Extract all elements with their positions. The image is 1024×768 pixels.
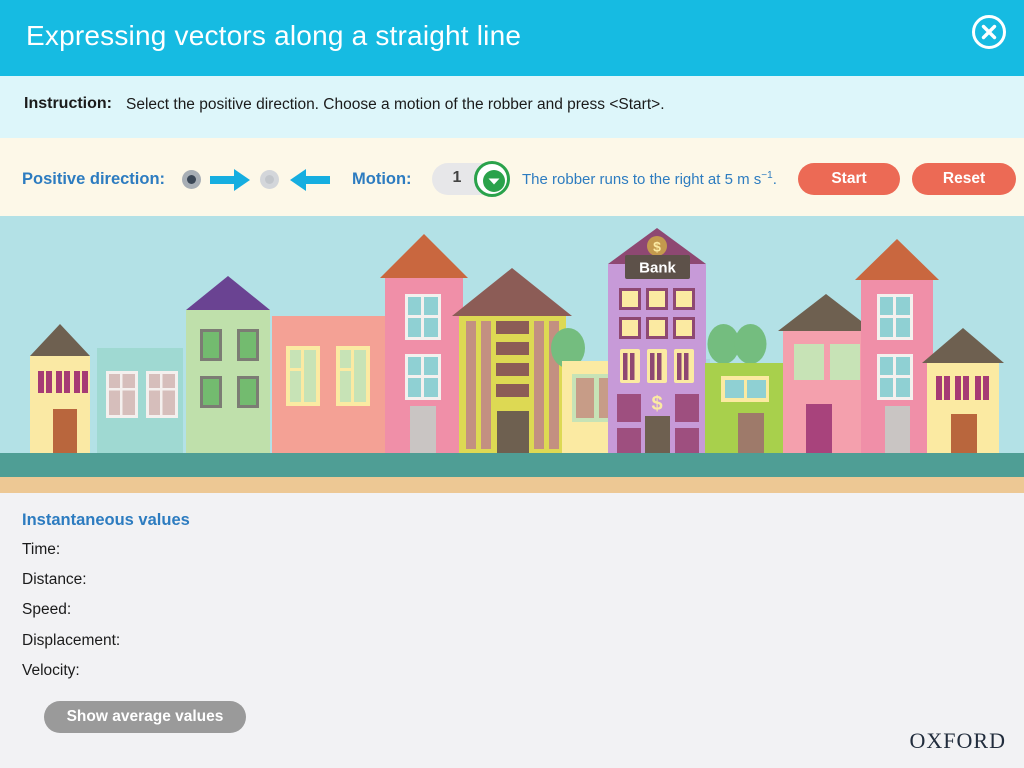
value-row-velocity: Velocity: <box>22 662 80 679</box>
start-button[interactable]: Start <box>798 163 900 195</box>
instruction-bar: Instruction: Select the positive directi… <box>0 76 1024 138</box>
radio-direction-left[interactable] <box>260 170 279 189</box>
road-strip <box>0 477 1024 493</box>
svg-text:Bank: Bank <box>639 260 676 277</box>
oxford-logo: OXFORD <box>909 728 1006 753</box>
value-row-speed: Speed: <box>22 601 72 618</box>
close-button[interactable] <box>970 13 1008 51</box>
motion-description-text: The robber runs to the right at 5 m s <box>522 171 762 188</box>
page-title: Expressing vectors along a straight line <box>26 20 522 51</box>
cityscape-illustration: $ Bank $ <box>0 216 1024 493</box>
svg-text:$: $ <box>651 393 662 415</box>
motion-label: Motion: <box>352 170 412 188</box>
instruction-label: Instruction: <box>24 95 112 112</box>
chevron-down-icon[interactable] <box>474 161 510 197</box>
positive-direction-label: Positive direction: <box>22 170 166 188</box>
motion-description-exponent: −1 <box>761 170 773 181</box>
simulation-scene: + <box>0 216 1024 493</box>
radio-direction-right[interactable] <box>182 170 201 189</box>
close-circle-icon <box>972 15 1006 49</box>
svg-text:$: $ <box>653 239 661 255</box>
value-row-distance: Distance: <box>22 571 87 588</box>
instruction-text: Select the positive direction. Choose a … <box>126 96 665 113</box>
motion-description: The robber runs to the right at 5 m s−1. <box>522 170 777 188</box>
motion-description-period: . <box>772 171 777 188</box>
simulation-app: Expressing vectors along a straight line… <box>0 0 1024 768</box>
value-row-displacement: Displacement: <box>22 632 121 649</box>
arrow-left-icon[interactable] <box>288 166 330 199</box>
title-bar: Expressing vectors along a straight line <box>0 0 1024 76</box>
motion-select[interactable]: 1 <box>432 161 510 197</box>
show-average-values-button[interactable]: Show average values <box>44 701 246 733</box>
arrow-right-icon[interactable] <box>210 166 252 199</box>
values-panel-title: Instantaneous values <box>22 511 190 529</box>
reset-button[interactable]: Reset <box>912 163 1016 195</box>
value-row-time: Time: <box>22 541 61 558</box>
